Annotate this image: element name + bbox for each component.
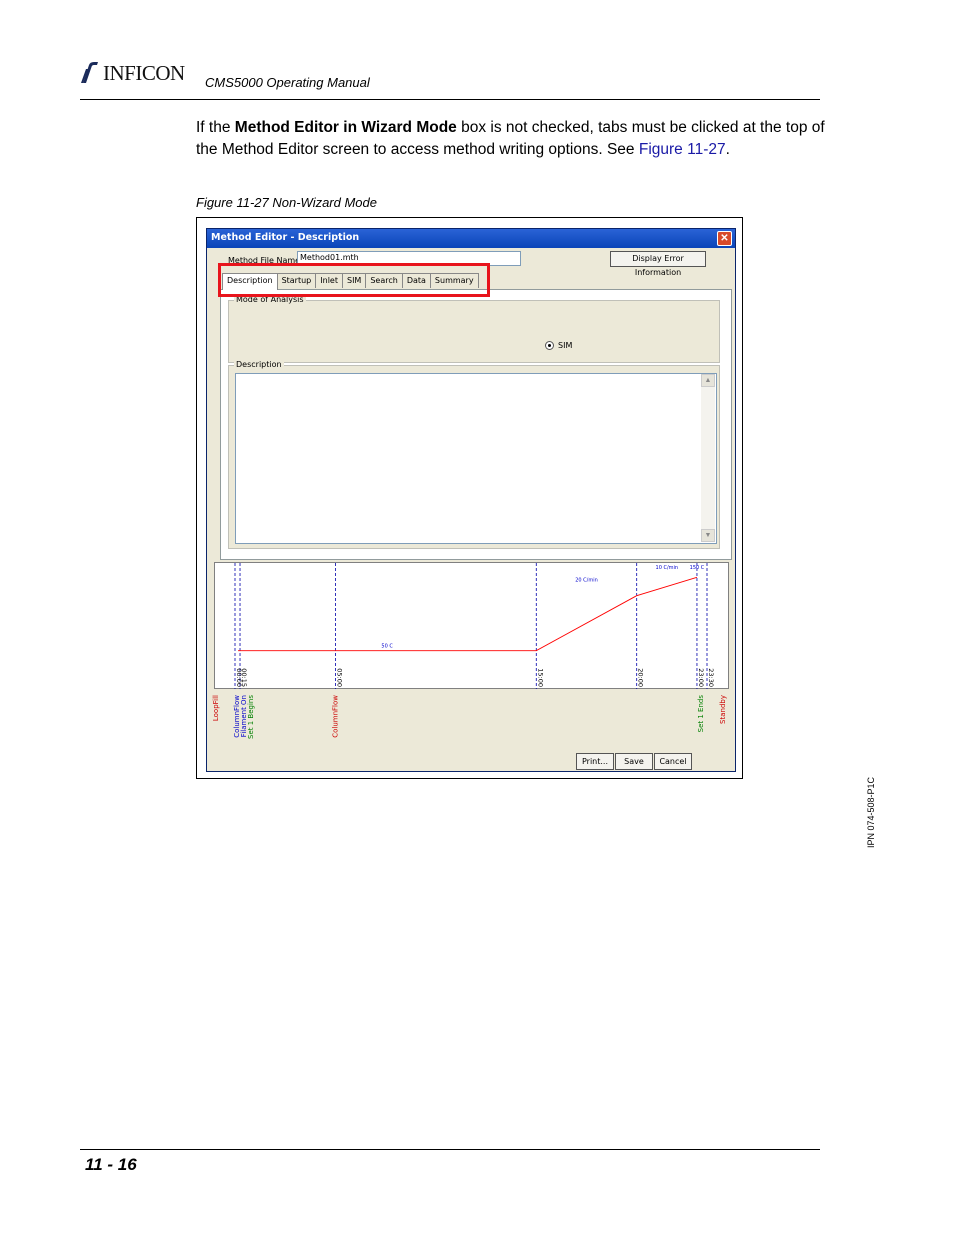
segment-label: 50 C — [381, 644, 393, 650]
segment-label: 150 C — [690, 565, 705, 571]
figure-caption: Figure 11-27 Non-Wizard Mode — [196, 195, 377, 210]
event-label: Set 1 Begins — [247, 695, 255, 739]
event-label: Standby — [719, 695, 727, 724]
event-label: LoopFill — [212, 695, 220, 721]
figure-link[interactable]: Figure 11-27 — [639, 141, 726, 158]
method-editor-window: Method Editor - Description ✕ Method Fil… — [206, 228, 736, 772]
segment-label: 10 C/min — [656, 565, 679, 571]
event-label: Set 1 Ends — [697, 695, 705, 733]
inficon-logo: INFICON — [80, 58, 185, 88]
time-tick-label: 00:15 — [240, 668, 248, 687]
temperature-series-line — [238, 576, 698, 652]
time-tick-label: 23:30 — [707, 668, 715, 687]
para-text-end: . — [725, 141, 730, 158]
time-tick-label: 05:00 — [335, 668, 343, 687]
event-label: ColumnFlow — [331, 695, 339, 738]
temperature-program-chart: 50 C20 C/min10 C/min 150 C00:0000:15 05:00… — [212, 563, 727, 739]
print-button[interactable]: Print... — [576, 753, 614, 770]
time-tick-label: 15:00 — [536, 668, 544, 687]
page-number: 11 - 16 — [85, 1155, 137, 1174]
body-paragraph: If the Method Editor in Wizard Mode box … — [196, 117, 826, 161]
tabs-highlight-box — [218, 263, 490, 297]
time-tick-label: 20:00 — [637, 668, 645, 687]
segment-label: 20 C/min — [575, 578, 598, 584]
inficon-logo-mark-icon — [81, 62, 98, 83]
cancel-button[interactable]: Cancel — [654, 753, 692, 770]
ipn-note: IPN 074-508-P1C — [866, 776, 876, 848]
save-button[interactable]: Save — [615, 753, 653, 770]
footer-divider — [80, 1149, 820, 1150]
logo-text: INFICON — [103, 60, 185, 85]
para-bold-term: Method Editor in Wizard Mode — [234, 119, 457, 136]
header-divider — [80, 99, 820, 100]
time-tick-label: 23:00 — [697, 668, 705, 687]
manual-title: CMS5000 Operating Manual — [205, 75, 370, 90]
para-text-start: If the — [196, 119, 235, 136]
